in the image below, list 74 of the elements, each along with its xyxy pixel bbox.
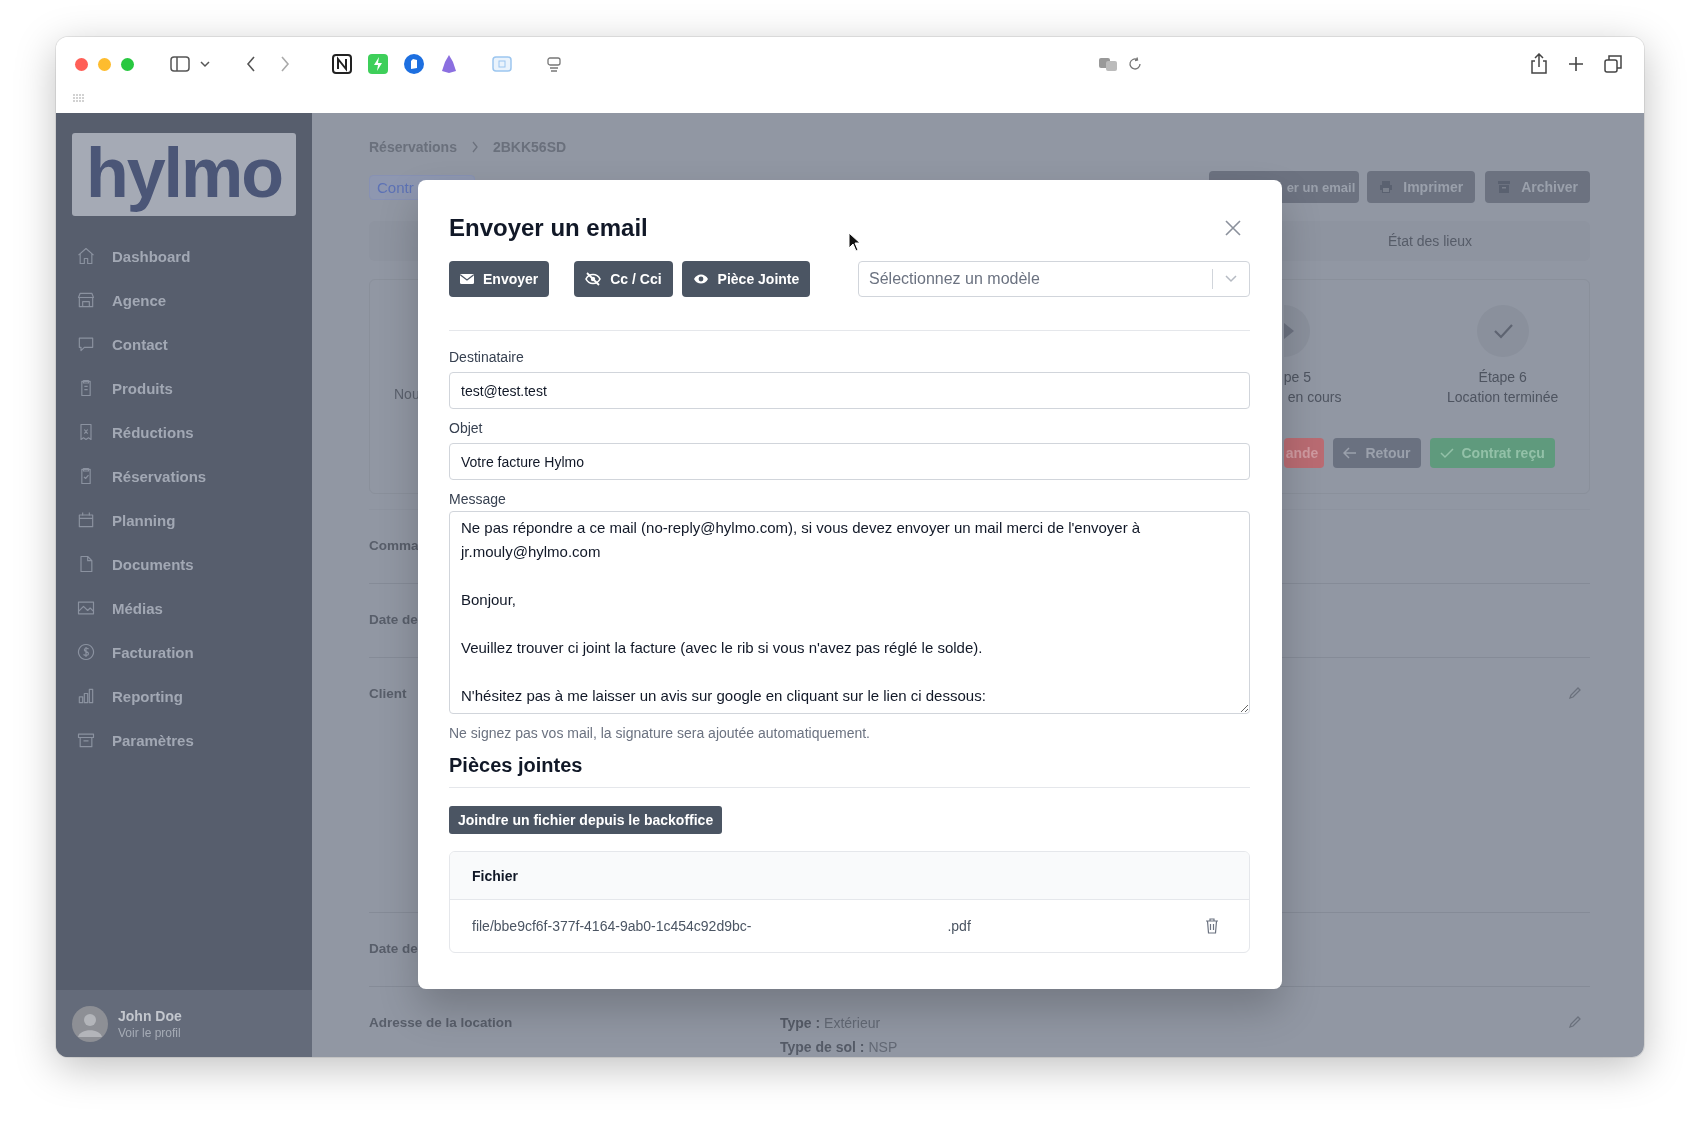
hint-text: Ne signez pas vos mail, la signature sera ajoutée automatiquement. xyxy=(449,724,871,743)
envelope-icon xyxy=(460,273,474,285)
dollar-icon xyxy=(76,642,96,662)
field-label: Objet xyxy=(449,419,484,438)
reader-icon[interactable] xyxy=(546,56,562,72)
user-name: John Doe xyxy=(118,1007,182,1024)
step-title: pe 5 xyxy=(1283,368,1311,387)
file-name: file/bbe9cf6f-377f-4164-9ab0-1c454c92d9bc- xyxy=(472,918,752,934)
forward-icon[interactable] xyxy=(280,56,290,72)
sidebar-item[interactable]: Médias xyxy=(112,599,163,617)
chevron-down-icon[interactable] xyxy=(200,60,210,68)
chevron-right-icon xyxy=(470,141,479,153)
profile-link[interactable]: Voir le profil xyxy=(118,1025,182,1040)
field-label: Message xyxy=(449,490,507,509)
step-title: Étape 6 xyxy=(1478,368,1527,387)
toolbar-button[interactable]: Pièce Jointe xyxy=(681,261,811,297)
step-subtitle: Location terminée xyxy=(1447,388,1559,407)
text-field[interactable]: test@test.test xyxy=(449,372,1250,409)
eye-icon xyxy=(692,273,709,285)
sidebar-item[interactable]: Réservations xyxy=(112,467,207,485)
toolbar-button[interactable]: Envoyer xyxy=(449,261,550,297)
tabs-overview-icon[interactable] xyxy=(1604,55,1622,73)
attach-file-button[interactable]: Joindre un fichier depuis le backoffice xyxy=(449,806,723,834)
section-title: Pièces jointes xyxy=(449,753,584,778)
figure-icon[interactable] xyxy=(440,54,458,74)
sidebar-item[interactable]: Reporting xyxy=(112,687,183,705)
window-zoom-button[interactable] xyxy=(121,57,134,71)
bar-chart-icon xyxy=(76,686,96,706)
file-extension: .pdf xyxy=(947,918,971,934)
template-select[interactable]: Sélectionnez un modèle xyxy=(858,261,1250,297)
letter-tile-icon[interactable] xyxy=(332,54,352,74)
sidebar-item[interactable]: Dashboard xyxy=(112,247,191,265)
lightning-icon[interactable] xyxy=(368,54,388,74)
share-icon[interactable] xyxy=(1530,53,1548,75)
step-subtitle: en cours xyxy=(1286,388,1342,407)
sidebar-item[interactable]: Agence xyxy=(112,291,167,309)
dialog-title: Envoyer un email xyxy=(449,214,648,242)
home-icon xyxy=(76,246,96,266)
store-icon xyxy=(76,290,96,310)
reload-icon[interactable] xyxy=(1128,57,1142,71)
close-icon[interactable] xyxy=(1225,220,1241,236)
sidebar-item[interactable]: Documents xyxy=(112,555,194,573)
field-label: Client xyxy=(369,685,407,703)
column-header: Fichier xyxy=(472,867,518,884)
sidebar-item[interactable]: Facturation xyxy=(112,643,194,661)
logo[interactable]: hylmo xyxy=(72,133,296,216)
sidebar-item[interactable]: Planning xyxy=(112,511,176,529)
check-icon xyxy=(1439,447,1454,459)
field-label: Comma xyxy=(369,537,419,555)
arrow-left-icon xyxy=(1343,447,1358,459)
printer-icon xyxy=(1379,180,1394,194)
calendar-icon xyxy=(76,510,96,530)
step-check-icon xyxy=(1476,305,1529,357)
sidebar-item[interactable]: Paramètres xyxy=(112,731,194,749)
section-tab[interactable]: État des lieux xyxy=(1280,233,1580,249)
archive-box-icon xyxy=(1497,180,1512,194)
translate-icon[interactable] xyxy=(1098,56,1118,72)
back-icon[interactable] xyxy=(246,56,256,72)
message-field[interactable]: Ne pas répondre a ce mail (no-reply@hylmo.com), si vous devez envoyer un mail merci de l'envoyer à jr.mouly@hylmo.com Bonjour, Veuillez trouver ci joint la facture (avec le rib si vous n'avez pas réglé le solde). N'hésitez pas à me laisser un avis sur google en cliquant sur le lien ci dessous: xyxy=(449,511,1250,714)
plus-icon[interactable] xyxy=(1568,56,1584,72)
trash-icon[interactable] xyxy=(1205,918,1219,934)
text-field[interactable]: Votre facture Hylmo xyxy=(449,443,1250,480)
eye-slash-icon xyxy=(585,272,602,286)
avatar[interactable] xyxy=(72,1005,108,1042)
sidebar-item[interactable]: Réductions xyxy=(112,423,194,441)
mouse-cursor-icon xyxy=(848,232,862,252)
step-play-icon xyxy=(1283,305,1312,357)
chevron-down-icon xyxy=(1225,275,1237,283)
toolbar-button[interactable]: Cc / Cci xyxy=(574,261,673,297)
sidebar-toggle-icon[interactable] xyxy=(170,56,190,72)
sidebar-item[interactable]: Contact xyxy=(112,335,168,353)
field-label: Destinataire xyxy=(449,348,525,367)
sidebar-item[interactable]: Produits xyxy=(112,379,173,397)
window-close-button[interactable] xyxy=(75,57,88,71)
